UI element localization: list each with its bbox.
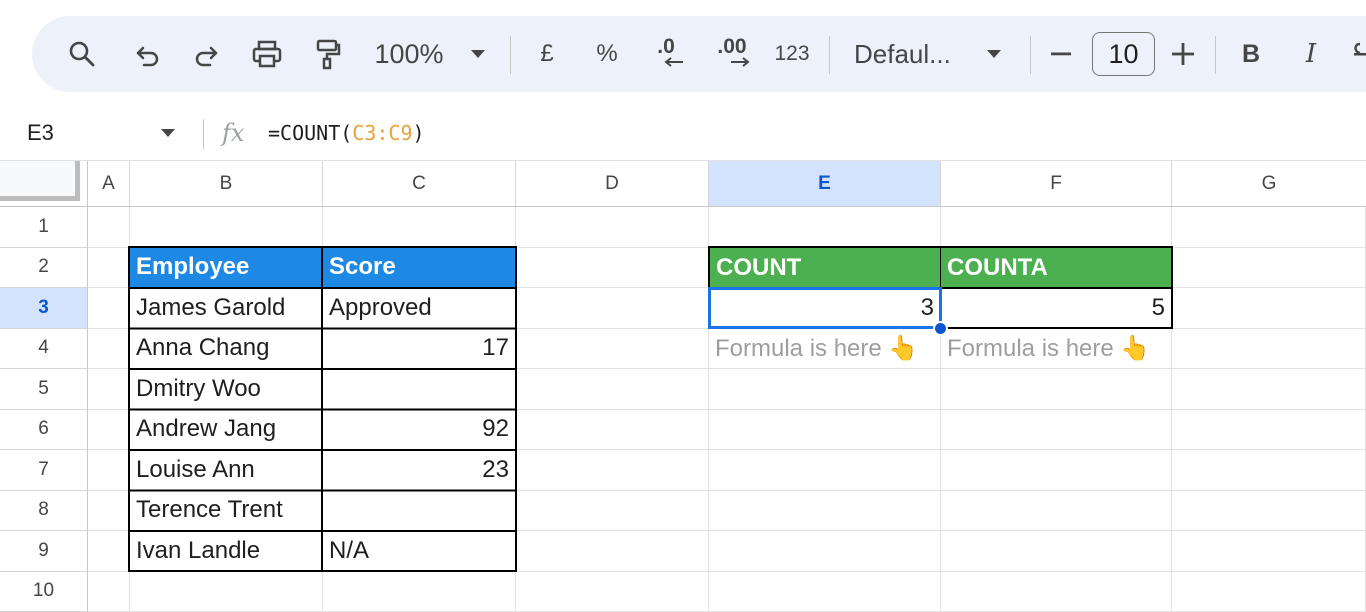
- divider: [1215, 36, 1216, 74]
- divider: [510, 36, 511, 74]
- toolbar: 100% £ % .0 .00 123 Defaul...: [32, 16, 1366, 92]
- toolbar-area: 100% £ % .0 .00 123 Defaul... 10 B I: [0, 0, 1366, 105]
- header-label: COUNT: [716, 253, 802, 281]
- cell-value: 3: [920, 294, 934, 321]
- cell-value: Formula is here 👆: [947, 334, 1151, 362]
- chevron-down-icon[interactable]: [160, 105, 176, 161]
- fill-handle[interactable]: [933, 321, 948, 336]
- formula-range: C3:C9: [352, 121, 413, 145]
- formula-suffix: ): [412, 121, 425, 145]
- decrease-decimal-label: .0: [657, 34, 675, 58]
- divider: [1030, 36, 1031, 74]
- increase-decimal-button[interactable]: .00: [710, 16, 754, 92]
- divider: [829, 36, 830, 74]
- bold-label: B: [1241, 39, 1261, 68]
- font-name: Defaul...: [854, 38, 951, 69]
- count-note-cell[interactable]: Formula is here 👆: [709, 328, 941, 369]
- percent-button[interactable]: %: [592, 16, 622, 92]
- counta-note-cell[interactable]: Formula is here 👆: [941, 328, 1172, 369]
- count-result-cell[interactable]: 3: [710, 289, 940, 327]
- count-header[interactable]: COUNT: [710, 248, 940, 287]
- cell-value: 5: [1151, 294, 1165, 321]
- strikethrough-icon[interactable]: [1350, 16, 1366, 92]
- counta-result-cell[interactable]: 5: [941, 289, 1171, 327]
- bold-button[interactable]: B: [1236, 16, 1266, 92]
- fx-label: fx: [222, 119, 245, 147]
- divider: [203, 119, 204, 149]
- fx-icon: fx: [222, 105, 244, 161]
- print-icon[interactable]: [246, 16, 288, 92]
- plus-icon[interactable]: [1168, 16, 1198, 92]
- arrow-right-icon: [731, 56, 750, 67]
- zoom-value: 100%: [374, 38, 444, 69]
- font-size-input[interactable]: 10: [1092, 32, 1155, 76]
- font-size-value: 10: [1108, 38, 1139, 69]
- paint-format-icon[interactable]: [308, 16, 348, 92]
- cell-reference: E3: [27, 120, 54, 145]
- formula-bar: E3 fx =COUNT(C3:C9): [0, 105, 1366, 161]
- spreadsheet-grid: A B C D E F G 1 2 3 4 5 6 7 8 9 10 Emplo…: [0, 161, 1366, 612]
- increase-decimal-label: .00: [717, 34, 747, 58]
- table-borders: [128, 246, 1173, 572]
- header-label: COUNTA: [947, 253, 1048, 281]
- number-format-label: 123: [774, 42, 810, 65]
- italic-label: I: [1305, 39, 1317, 69]
- formula-prefix: =COUNT(: [268, 121, 353, 145]
- counta-header[interactable]: COUNTA: [941, 248, 1171, 287]
- font-select[interactable]: Defaul...: [854, 16, 964, 92]
- percent-label: %: [596, 40, 618, 67]
- number-format-button[interactable]: 123: [770, 16, 814, 92]
- chevron-down-icon[interactable]: [982, 16, 1006, 92]
- currency-label: £: [540, 40, 554, 67]
- minus-icon[interactable]: [1046, 16, 1076, 92]
- name-box[interactable]: E3: [27, 105, 54, 161]
- decrease-decimal-button[interactable]: .0: [646, 16, 686, 92]
- chevron-down-icon[interactable]: [464, 16, 492, 92]
- search-icon[interactable]: [62, 16, 102, 92]
- zoom-select[interactable]: 100%: [372, 16, 446, 92]
- formula-input[interactable]: =COUNT(C3:C9): [268, 105, 425, 161]
- cell-value: Formula is here 👆: [715, 334, 919, 362]
- undo-icon[interactable]: [128, 16, 168, 92]
- italic-button[interactable]: I: [1296, 16, 1326, 92]
- arrow-left-icon: [664, 56, 683, 67]
- redo-icon[interactable]: [186, 16, 226, 92]
- currency-button[interactable]: £: [532, 16, 562, 92]
